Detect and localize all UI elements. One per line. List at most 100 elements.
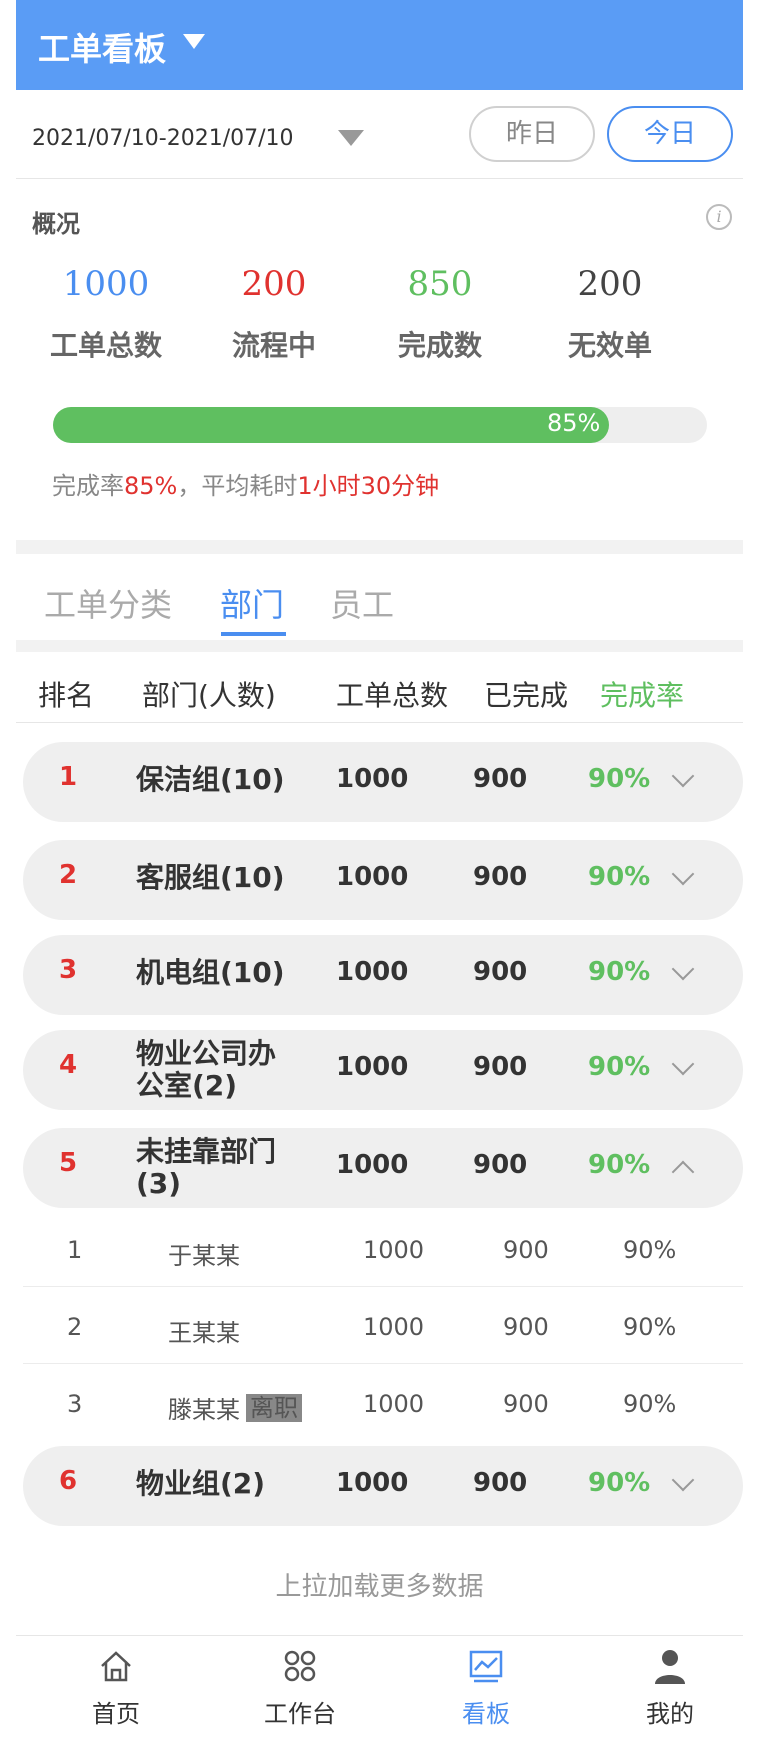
stat-invalid-value: 200 (577, 264, 643, 304)
chevron-down-icon[interactable] (671, 1052, 695, 1076)
stat-completed: 850 完成数 (360, 264, 520, 364)
chevron-down-icon[interactable] (671, 1468, 695, 1492)
stat-total-value: 1000 (62, 264, 150, 304)
row-department: 未挂靠部门(3) (136, 1135, 277, 1200)
col-header-rate[interactable]: 完成率 (600, 674, 684, 714)
member-rate: 90% (623, 1236, 677, 1264)
member-name-cell: 滕某某 离职 (168, 1390, 302, 1425)
row-department: 物业公司办公室(2) (136, 1037, 277, 1102)
row-department: 机电组(10) (136, 956, 285, 989)
yesterday-button[interactable]: 昨日 (469, 106, 595, 162)
completion-progress-bar: 85% (53, 407, 707, 443)
info-icon[interactable]: i (706, 204, 732, 230)
table-row[interactable]: 4 物业公司办公室(2) 1000 900 90% (23, 1030, 743, 1110)
row-rate: 90% (588, 862, 651, 892)
tab-category[interactable]: 工单分类 (44, 580, 172, 626)
summary-mid: ，平均耗时 (177, 472, 298, 500)
stat-invalid-label: 无效单 (567, 329, 652, 362)
stat-in-progress-value: 200 (241, 264, 307, 304)
today-button[interactable]: 今日 (607, 106, 733, 162)
member-total: 1000 (363, 1313, 425, 1341)
col-header-completed: 已完成 (484, 679, 569, 712)
nav-home-label: 首页 (92, 1700, 140, 1728)
member-name: 于某某 (168, 1242, 240, 1270)
tab-department[interactable]: 部门 (220, 580, 284, 626)
row-total: 1000 (336, 1052, 409, 1082)
stat-in-progress-label: 流程中 (231, 329, 316, 362)
member-completed: 900 (503, 1236, 549, 1264)
progress-label: 85% (547, 409, 601, 437)
row-total: 1000 (336, 957, 409, 987)
table-row[interactable]: 2 客服组(10) 1000 900 90% (23, 840, 743, 920)
member-name: 王某某 (168, 1319, 240, 1347)
table-row[interactable]: 3 机电组(10) 1000 900 90% (23, 935, 743, 1015)
table-row-expanded[interactable]: 5 未挂靠部门(3) 1000 900 90% (23, 1128, 743, 1208)
row-rank: 6 (59, 1466, 78, 1496)
summary-prefix: 完成率 (52, 472, 124, 500)
date-dropdown-icon[interactable] (338, 130, 364, 146)
date-range-selector[interactable]: 2021/07/10-2021/07/10 (32, 126, 294, 151)
stat-completed-value: 850 (407, 264, 473, 304)
completion-summary: 完成率85%，平均耗时1小时30分钟 (52, 466, 439, 501)
row-completed: 900 (473, 1052, 528, 1082)
row-rate: 90% (588, 1150, 651, 1180)
member-row: 1 于某某 1000 900 90% (23, 1210, 743, 1287)
member-name: 滕某某 (168, 1396, 240, 1424)
member-rank: 2 (67, 1313, 83, 1341)
tabs-divider (16, 640, 743, 652)
nav-dashboard-label: 看板 (462, 1700, 510, 1728)
active-tab-indicator (221, 632, 286, 636)
stat-total-label: 工单总数 (49, 329, 162, 362)
caret-down-icon[interactable] (183, 34, 205, 49)
row-rank: 5 (59, 1148, 78, 1178)
row-completed: 900 (473, 1468, 528, 1498)
member-total: 1000 (363, 1236, 425, 1264)
row-completed: 900 (473, 764, 528, 794)
tab-staff[interactable]: 员工 (330, 580, 394, 626)
section-divider (16, 540, 743, 554)
load-more-hint: 上拉加载更多数据 (275, 1572, 484, 1602)
stat-invalid: 200 无效单 (530, 264, 690, 364)
progress-fill (53, 407, 609, 443)
chevron-down-icon[interactable] (671, 957, 695, 981)
member-rate: 90% (623, 1390, 677, 1418)
nav-workbench[interactable]: 工作台 (240, 1646, 360, 1729)
header-divider (16, 722, 743, 723)
summary-duration: 1小时30分钟 (297, 472, 440, 500)
nav-dashboard[interactable]: 看板 (426, 1646, 546, 1729)
bottom-nav: 首页 工作台 看板 我的 (16, 1635, 743, 1754)
row-total: 1000 (336, 764, 409, 794)
overview-title: 概况 (32, 210, 80, 238)
row-rank: 1 (59, 762, 78, 792)
member-completed: 900 (503, 1390, 549, 1418)
chevron-down-icon[interactable] (671, 862, 695, 886)
row-rate: 90% (588, 1468, 651, 1498)
summary-rate: 85% (124, 472, 178, 500)
top-bar: 工单看板 (16, 0, 743, 90)
member-row: 2 王某某 1000 900 90% (23, 1287, 743, 1364)
page-title[interactable]: 工单看板 (38, 24, 166, 70)
chevron-up-icon[interactable] (671, 1160, 695, 1184)
date-filter-bar: 2021/07/10-2021/07/10 昨日 今日 (16, 90, 743, 179)
chart-icon (469, 1650, 503, 1683)
row-department: 物业组(2) (136, 1467, 266, 1500)
member-row: 3 滕某某 离职 1000 900 90% (23, 1364, 743, 1440)
user-icon (655, 1650, 685, 1684)
col-header-total: 工单总数 (336, 679, 449, 712)
chevron-down-icon[interactable] (671, 764, 695, 788)
row-department: 客服组(10) (136, 861, 285, 894)
nav-home[interactable]: 首页 (56, 1646, 176, 1729)
grid-icon (284, 1650, 316, 1682)
stat-completed-label: 完成数 (397, 329, 482, 362)
nav-mine[interactable]: 我的 (610, 1646, 730, 1729)
table-row[interactable]: 6 物业组(2) 1000 900 90% (23, 1446, 743, 1526)
table-row[interactable]: 1 保洁组(10) 1000 900 90% (23, 742, 743, 822)
row-rank: 4 (59, 1050, 78, 1080)
row-completed: 900 (473, 862, 528, 892)
member-total: 1000 (363, 1390, 425, 1418)
stat-in-progress: 200 流程中 (194, 264, 354, 364)
member-rate: 90% (623, 1313, 677, 1341)
row-department: 保洁组(10) (136, 763, 285, 796)
row-total: 1000 (336, 862, 409, 892)
row-total: 1000 (336, 1468, 409, 1498)
